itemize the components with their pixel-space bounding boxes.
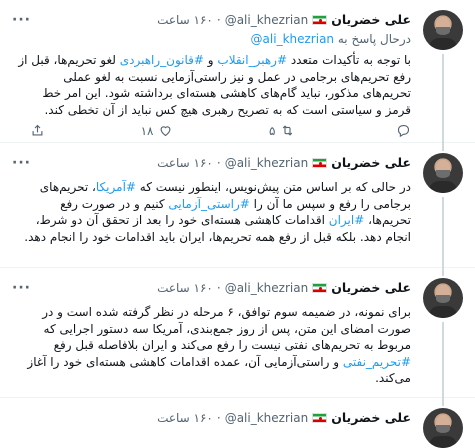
tweet-text: با توجه به تأکیدات متعدد #رهبر_انقلاب و … [14,52,411,118]
tweet-text-segment: با توجه به تأکیدات متعدد [287,53,411,67]
timestamp[interactable]: ۱۶۰ ساعت [157,156,213,170]
like-button[interactable]: ۱۸ [141,123,174,138]
author-name[interactable]: علی خضریان [331,155,411,170]
thread-line [442,143,444,151]
retweet-button[interactable]: ۵ [269,123,295,138]
tweet-text-segment: و [203,53,218,67]
tweet-text-segment: برای نمونه، در ضمیمه سوم توافق، ۶ مرحله … [42,305,411,352]
avatar[interactable] [423,153,463,193]
share-button[interactable] [30,123,45,138]
avatar[interactable] [423,10,463,50]
thread-line [442,197,444,268]
tweet-header: علی خضریان @ali_khezrian · ۱۶۰ ساعت [157,280,411,295]
replying-to: درحال پاسخ به @ali_khezrian [251,32,411,46]
avatar[interactable] [423,408,463,448]
replying-to-label: درحال پاسخ به [337,32,411,46]
hashtag-link[interactable]: #رهبر_انقلاب [217,53,287,67]
timestamp[interactable]: ۱۶۰ ساعت [157,13,213,27]
hashtag-link[interactable]: #تحریم_نفتی [343,355,411,369]
iran-flag-icon [312,14,328,25]
tweet-actions: ۵ ۱۸ [30,123,411,138]
tweet-header: علی خضریان @ali_khezrian · ۱۶۰ ساعت [157,12,411,27]
thread-line [442,268,444,276]
hashtag-link[interactable]: #آمریکا [96,180,136,194]
separator-dot: · [216,155,221,170]
tweet-text: برای نمونه، در ضمیمه سوم توافق، ۶ مرحله … [14,304,411,387]
reply-icon [397,124,410,138]
author-handle[interactable]: @ali_khezrian [225,156,308,170]
tweet-text: در حالی که بر اساس متن پیش‌نویس، اینطور … [14,179,411,245]
tweet-header: علی خضریان @ali_khezrian · ۱۶۰ ساعت [157,155,411,170]
author-handle[interactable]: @ali_khezrian [225,281,308,295]
more-icon[interactable]: ··· [12,155,31,171]
retweet-count: ۵ [269,123,276,138]
iran-flag-icon [312,282,328,293]
like-count: ۱۸ [140,123,154,138]
retweet-icon [283,125,293,136]
avatar[interactable] [423,278,463,318]
thread-line [442,54,444,143]
separator-dot: · [216,280,221,295]
tweet-text-segment: در حالی که بر اساس متن پیش‌نویس، اینطور … [135,180,411,194]
tweet[interactable]: علی خضریان @ali_khezrian · ۱۶۰ ساعت ··· … [0,268,475,398]
reply-button[interactable] [391,123,411,138]
iran-flag-icon [312,157,328,168]
thread-line [442,398,444,406]
tweet[interactable]: علی خضریان @ali_khezrian · ۱۶۰ ساعت [0,398,475,448]
more-icon[interactable]: ··· [12,12,31,28]
hashtag-link[interactable]: #ایران [329,213,365,227]
author-name[interactable]: علی خضریان [331,280,411,295]
hashtag-link[interactable]: #راستی_آزمایی [168,197,249,211]
tweet[interactable]: علی خضریان @ali_khezrian · ۱۶۰ ساعت ··· … [0,143,475,268]
author-handle[interactable]: @ali_khezrian [225,13,308,27]
heart-icon [161,126,171,137]
author-name[interactable]: علی خضریان [331,12,411,27]
more-icon[interactable]: ··· [12,280,31,296]
replying-to-handle[interactable]: @ali_khezrian [251,32,334,46]
thread-line [442,322,444,398]
timestamp[interactable]: ۱۶۰ ساعت [157,281,213,295]
separator-dot: · [216,12,221,27]
share-icon [32,124,43,136]
tweet[interactable]: علی خضریان @ali_khezrian · ۱۶۰ ساعت ··· … [0,0,475,143]
hashtag-link[interactable]: #قانون_راهبردی [120,53,204,67]
